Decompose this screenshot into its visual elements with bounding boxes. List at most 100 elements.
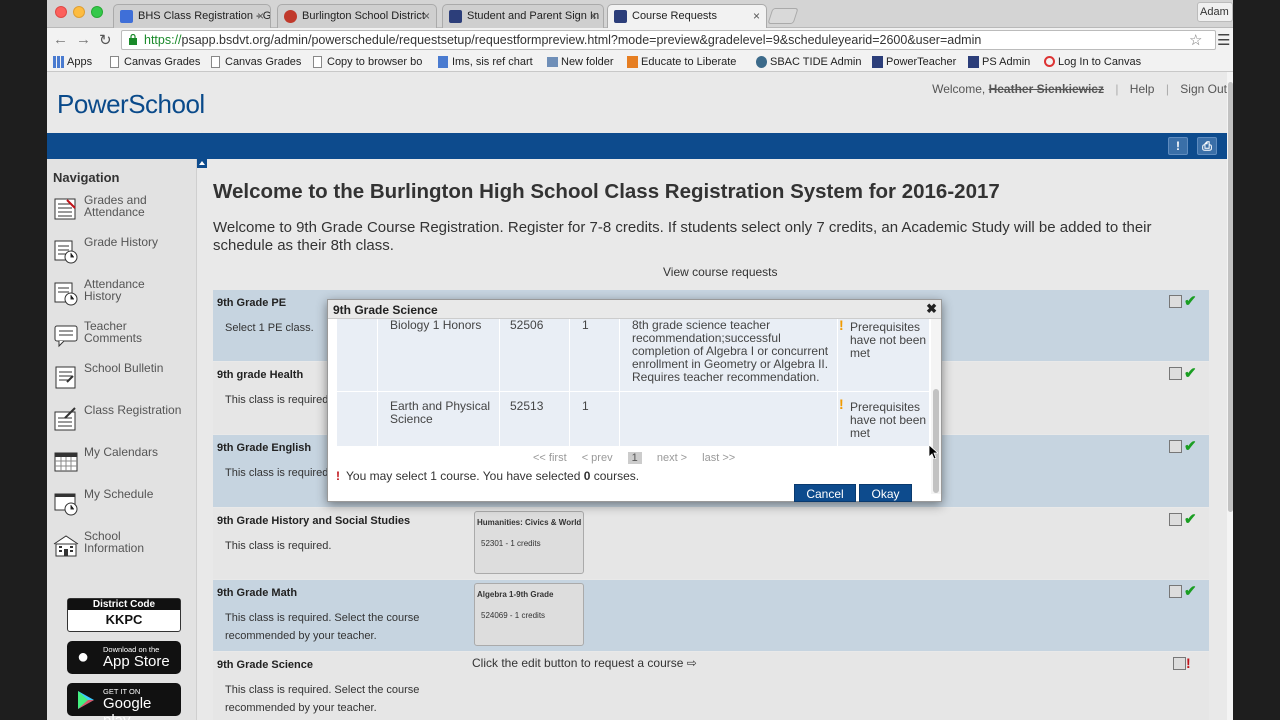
prereq-status-text: Prerequisites have not been met (850, 400, 927, 440)
request-name: 9th Grade English (217, 442, 312, 454)
selected-course-card[interactable]: Algebra 1-9th Grade 524069 - 1 credits (474, 583, 584, 646)
google-play-badge[interactable]: GET IT ON Google play (67, 683, 181, 720)
close-window-button[interactable] (55, 6, 67, 18)
edu-icon (627, 56, 638, 68)
bookmark-item[interactable]: New folder (547, 56, 614, 68)
page-scrollbar-thumb[interactable] (1228, 82, 1233, 512)
tab-favicon-icon (284, 10, 297, 23)
bookmark-item[interactable]: Educate to Liberate (627, 56, 736, 68)
sidebar-item-label: Grades and Attendance (84, 193, 147, 219)
page-scrollbar[interactable] (1227, 72, 1233, 720)
selected-course-card[interactable]: Humanities: Civics & World 52301 - 1 cre… (474, 511, 584, 574)
reload-icon[interactable]: ↻ (99, 31, 112, 49)
tab-close-icon[interactable]: × (753, 9, 760, 23)
sidebar-item-school-bulletin[interactable]: School Bulletin (53, 362, 193, 402)
tab-favicon-icon (120, 10, 133, 23)
app-store-badge[interactable]: ● Download on the App Store (67, 641, 181, 674)
sidebar-item-grade-history[interactable]: Grade History (53, 236, 193, 276)
tab-bar: BHS Class Registration - G × Burlington … (47, 0, 1233, 28)
sidebar-item-teacher-comments[interactable]: Teacher Comments (53, 320, 193, 360)
view-course-requests-link[interactable]: View course requests (663, 265, 778, 279)
grades-attendance-icon (54, 198, 76, 220)
dialog-scrollbar[interactable] (931, 319, 941, 494)
select-cell[interactable] (337, 392, 378, 446)
sidebar-item-attendance-history[interactable]: Attendance History (53, 278, 193, 318)
printer-icon[interactable]: ⎙ (1197, 137, 1217, 155)
collapse-sidebar-icon[interactable] (197, 158, 207, 168)
new-tab-button[interactable] (767, 8, 799, 24)
edit-icon[interactable] (1169, 367, 1182, 380)
dialog-title: 9th Grade Science (333, 303, 438, 317)
browser-tab[interactable]: Student and Parent Sign In × (442, 4, 604, 28)
bookmark-item[interactable]: Ims, sis ref chart (438, 56, 533, 68)
pager-last[interactable]: last >> (702, 452, 735, 464)
error-icon: ! (336, 469, 340, 483)
bookmark-item[interactable]: PS Admin (968, 56, 1030, 68)
close-icon[interactable]: ✖ (926, 301, 937, 317)
user-links: Welcome, Heather Sienkiewicz | Help | Si… (932, 82, 1227, 96)
browser-tab-active[interactable]: Course Requests × (607, 4, 767, 28)
check-icon: ✔ (1184, 583, 1197, 600)
browser-menu-icon[interactable]: ☰ (1217, 31, 1230, 49)
bookmark-item[interactable]: SBAC TIDE Admin (756, 56, 862, 68)
edit-icon[interactable] (1169, 440, 1182, 453)
check-icon: ✔ (1184, 511, 1197, 528)
edit-icon[interactable] (1169, 513, 1182, 526)
sidebar-item-class-registration[interactable]: Class Registration (53, 404, 193, 444)
pager-first[interactable]: << first (533, 452, 567, 464)
cancel-button[interactable]: Cancel (794, 484, 856, 502)
select-cell[interactable] (337, 319, 378, 391)
bookmark-item[interactable]: PowerTeacher (872, 56, 956, 68)
browser-tab[interactable]: Burlington School District × (277, 4, 437, 28)
okay-button[interactable]: Okay (859, 484, 912, 502)
pager-prev[interactable]: < prev (582, 452, 613, 464)
sign-out-link[interactable]: Sign Out (1180, 82, 1227, 96)
zoom-window-button[interactable] (91, 6, 103, 18)
request-row-math: 9th Grade Math This class is required. S… (213, 580, 1209, 652)
edit-icon[interactable] (1173, 657, 1186, 670)
bookmark-item[interactable]: Canvas Grades (211, 56, 301, 68)
bookmark-item[interactable]: Log In to Canvas (1044, 56, 1141, 68)
alert-icon[interactable]: ! (1168, 137, 1188, 155)
profile-button[interactable]: Adam (1197, 2, 1233, 22)
request-name: 9th grade Health (217, 369, 304, 381)
bookmark-item[interactable]: Copy to browser bo (313, 56, 422, 68)
sidebar-item-my-schedule[interactable]: My Schedule (53, 488, 193, 528)
message-text: You may select 1 course. You have select… (346, 469, 584, 483)
course-card-credits: 52301 - 1 credits (481, 539, 541, 548)
bookmark-star-icon[interactable]: ☆ (1189, 31, 1202, 49)
check-icon: ✔ (1184, 365, 1197, 382)
course-row[interactable]: Earth and Physical Science 52513 1 ! Pre… (337, 392, 929, 447)
google-play-text: Google play (103, 695, 152, 720)
tab-close-icon[interactable]: × (257, 9, 264, 23)
sidebar-item-grades-attendance[interactable]: Grades and Attendance (53, 194, 193, 234)
tab-close-icon[interactable]: × (423, 9, 430, 23)
welcome-text: Welcome, (932, 82, 986, 96)
sidebar-item-my-calendars[interactable]: My Calendars (53, 446, 193, 486)
back-arrow-icon[interactable]: ← (53, 31, 68, 48)
course-number: 52513 (500, 392, 570, 446)
intro-text: Welcome to 9th Grade Course Registration… (213, 219, 1152, 254)
browser-tab[interactable]: BHS Class Registration - G × (113, 4, 271, 28)
address-bar[interactable]: https://psapp.bsdvt.org/admin/powersched… (121, 30, 1216, 50)
edit-icon[interactable] (1169, 295, 1182, 308)
request-status-icons: ✔ (1169, 365, 1201, 382)
pager-next[interactable]: next > (657, 452, 687, 464)
course-number: 52506 (500, 319, 570, 391)
page-header: PowerSchool Welcome, Heather Sienkiewicz… (47, 72, 1227, 133)
url-scheme: https:// (144, 33, 182, 47)
forward-arrow-icon[interactable]: → (76, 31, 91, 48)
pagination: << first < prev 1 next > last >> (533, 452, 747, 464)
bookmark-label: PowerTeacher (886, 56, 957, 68)
edit-icon[interactable] (1169, 585, 1182, 598)
sidebar-item-school-information[interactable]: School Information (53, 530, 193, 570)
course-row[interactable]: Biology 1 Honors 52506 1 8th grade scien… (337, 319, 929, 392)
minimize-window-button[interactable] (73, 6, 85, 18)
selection-message: ! You may select 1 course. You have selec… (336, 469, 639, 483)
tab-close-icon[interactable]: × (590, 9, 597, 23)
help-link[interactable]: Help (1130, 82, 1155, 96)
bookmark-item[interactable]: Apps (53, 56, 92, 68)
dialog-scrollbar-thumb[interactable] (933, 389, 939, 493)
powerschool-logo[interactable]: PowerSchool (57, 89, 205, 120)
bookmark-item[interactable]: Canvas Grades (110, 56, 200, 68)
